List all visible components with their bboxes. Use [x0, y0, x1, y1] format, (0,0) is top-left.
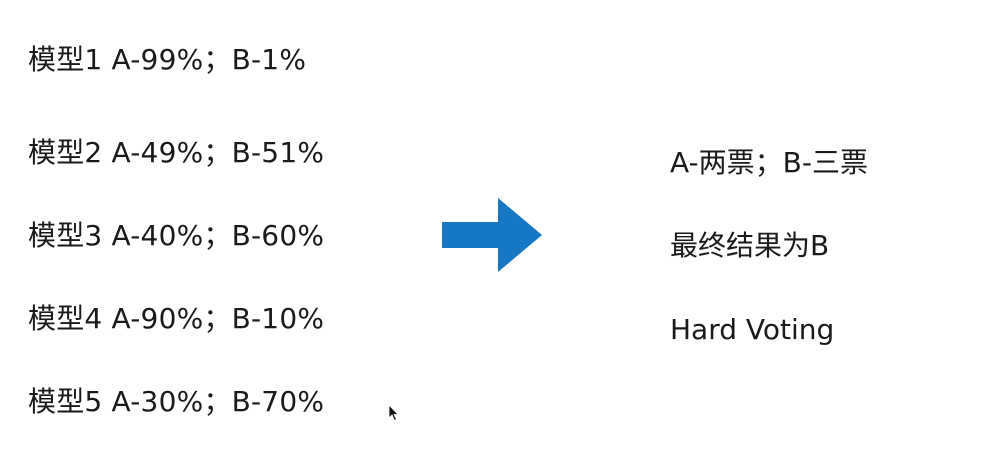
vote-count-text: A-两票；B-三票	[670, 146, 868, 179]
slide: 模型1 A-99%；B-1% 模型2 A-49%；B-51% 模型3 A-40%…	[0, 0, 991, 468]
model-4-prediction: 模型4 A-90%；B-10%	[28, 302, 325, 335]
mouse-cursor-icon	[388, 404, 399, 422]
voting-result-panel: A-两票；B-三票 最终结果为B Hard Voting	[670, 0, 970, 468]
model-5-prediction: 模型5 A-30%；B-70%	[28, 385, 325, 418]
voting-method-text: Hard Voting	[670, 313, 835, 346]
model-1-prediction: 模型1 A-99%；B-1%	[28, 43, 307, 76]
model-2-prediction: 模型2 A-49%；B-51%	[28, 136, 325, 169]
model-3-prediction: 模型3 A-40%；B-60%	[28, 219, 325, 252]
final-result-text: 最终结果为B	[670, 229, 830, 262]
right-arrow-icon	[442, 198, 542, 272]
model-predictions-list: 模型1 A-99%；B-1% 模型2 A-49%；B-51% 模型3 A-40%…	[28, 0, 428, 468]
